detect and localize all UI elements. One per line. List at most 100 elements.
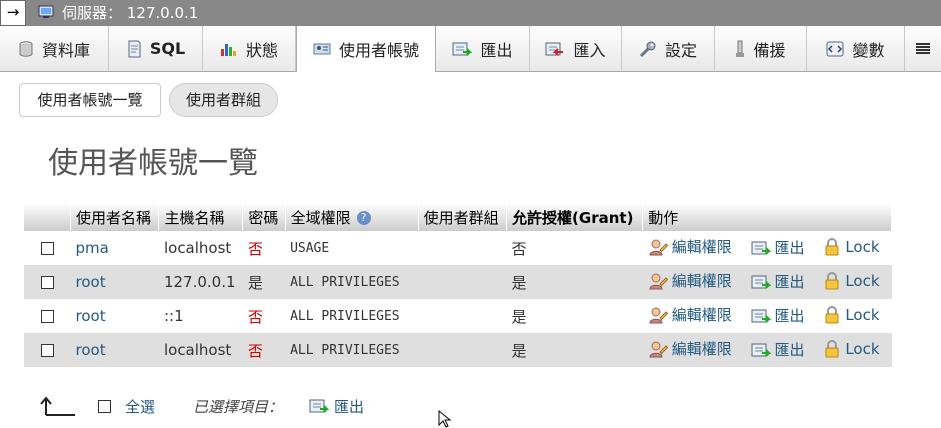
variables-icon (826, 41, 844, 56)
help-icon[interactable]: ? (356, 211, 371, 225)
lock-user-label: Lock (845, 237, 880, 256)
edit-privileges-icon (649, 273, 668, 290)
cell-user-group (418, 265, 507, 299)
import-icon (545, 42, 564, 56)
cell-password: 否 (242, 231, 286, 265)
tab-sql[interactable]: SQL (109, 26, 203, 71)
edit-privileges-icon (649, 341, 668, 358)
main-tab-bar: 資料庫 SQL 狀態 使用者帳號 匯出 匯入 設定 備援 變數 (0, 26, 941, 72)
edit-privileges-icon (649, 307, 668, 324)
cell-username: root (70, 333, 159, 367)
tab-import[interactable]: 匯入 (530, 26, 622, 71)
cell-password: 否 (242, 299, 286, 333)
export-user-label: 匯出 (774, 273, 805, 292)
tab-label: 匯入 (573, 40, 606, 60)
export-icon (309, 399, 330, 413)
tab-label: 匯出 (480, 40, 513, 60)
global-privileges-label: 全域權限 (290, 208, 351, 227)
with-selected-label: 已選擇項目： (193, 397, 284, 416)
page-title: 使用者帳號一覽 (48, 146, 258, 181)
export-user-label: 匯出 (774, 307, 805, 326)
header-checkbox-col (24, 203, 71, 231)
user-accounts-table: 使用者名稱 主機名稱 密碼 全域權限? 使用者群組 允許授權(Grant) 動作… (24, 203, 892, 367)
tab-label: 狀態 (245, 40, 278, 60)
tab-status[interactable]: 狀態 (203, 26, 296, 71)
database-icon (19, 40, 33, 57)
row-checkbox-cell (24, 265, 71, 299)
lock-user-link[interactable]: Lock (823, 340, 880, 358)
lock-user-label: Lock (845, 271, 880, 290)
row-checkbox-cell (24, 231, 71, 265)
header-grant: 允許授權(Grant) (506, 203, 644, 231)
bulk-export-label: 匯出 (334, 397, 365, 416)
lock-user-link[interactable]: Lock (823, 271, 880, 290)
check-all-label[interactable]: 全選 (125, 396, 155, 417)
row-checkbox[interactable] (40, 310, 54, 323)
tab-settings[interactable]: 設定 (622, 26, 715, 71)
status-chart-icon (220, 43, 236, 56)
wrench-icon (639, 41, 656, 57)
lock-user-link[interactable]: Lock (823, 237, 880, 256)
cell-actions: 編輯權限 匯出 Lock (642, 231, 892, 265)
export-icon (751, 275, 771, 289)
lock-user-link[interactable]: Lock (823, 305, 880, 324)
cell-grant: 否 (506, 231, 643, 265)
bulk-export-button[interactable]: 匯出 (309, 396, 364, 417)
cell-user-group (418, 231, 507, 265)
cell-grant: 是 (506, 333, 643, 367)
lock-icon (825, 271, 839, 290)
export-user-link[interactable]: 匯出 (751, 271, 805, 292)
tab-label: 使用者帳號 (338, 41, 419, 60)
tab-variables[interactable]: 變數 (807, 26, 905, 71)
export-icon (751, 343, 771, 357)
export-user-link[interactable]: 匯出 (751, 237, 805, 258)
check-all-checkbox[interactable] (98, 399, 111, 413)
bulk-actions-bar: 全選 已選擇項目： 匯出 (38, 393, 364, 419)
export-user-link[interactable]: 匯出 (751, 339, 805, 360)
row-checkbox[interactable] (40, 344, 54, 357)
subtab-user-accounts-overview[interactable]: 使用者帳號一覽 (19, 83, 161, 117)
row-checkbox[interactable] (40, 242, 54, 255)
table-header-row: 使用者名稱 主機名稱 密碼 全域權限? 使用者群組 允許授權(Grant) 動作 (24, 203, 892, 231)
edit-privileges-link[interactable]: 編輯權限 (648, 304, 732, 325)
cell-global-privileges: ALL PRIVILEGES (285, 265, 419, 299)
cell-username: root (70, 299, 159, 333)
export-icon (452, 42, 473, 56)
tab-label: SQL (149, 39, 186, 58)
cell-hostname: ::1 (158, 299, 243, 333)
tab-replication[interactable]: 備援 (715, 26, 807, 71)
row-checkbox[interactable] (40, 276, 54, 289)
tab-export[interactable]: 匯出 (436, 26, 530, 71)
export-user-label: 匯出 (774, 239, 805, 258)
sql-icon (128, 40, 141, 57)
tab-label: 變數 (852, 40, 885, 60)
subtab-user-groups[interactable]: 使用者群組 (169, 83, 278, 117)
edit-privileges-label: 編輯權限 (671, 306, 732, 325)
replication-icon (736, 40, 745, 57)
cell-actions: 編輯權限 匯出 Lock (642, 299, 892, 333)
cell-user-group (418, 333, 507, 367)
tab-databases[interactable]: 資料庫 (0, 26, 109, 71)
tab-more-menu[interactable] (905, 26, 941, 71)
edit-privileges-label: 編輯權限 (671, 238, 732, 257)
lock-icon (825, 305, 839, 324)
mouse-cursor-icon (438, 410, 452, 428)
cell-hostname: localhost (158, 231, 243, 265)
header-username: 使用者名稱 (70, 203, 160, 231)
export-user-label: 匯出 (774, 341, 805, 360)
tab-user-accounts[interactable]: 使用者帳號 (296, 26, 436, 72)
collapse-arrow-button[interactable]: → (0, 0, 26, 26)
edit-privileges-link[interactable]: 編輯權限 (648, 270, 732, 291)
edit-privileges-label: 編輯權限 (671, 340, 732, 359)
cell-hostname: localhost (158, 333, 243, 367)
edit-privileges-link[interactable]: 編輯權限 (648, 338, 732, 359)
export-user-link[interactable]: 匯出 (751, 305, 805, 326)
cell-grant: 是 (506, 265, 643, 299)
header-action: 動作 (642, 203, 892, 231)
tab-label: 設定 (664, 40, 697, 60)
edit-privileges-link[interactable]: 編輯權限 (648, 236, 732, 257)
edit-privileges-label: 編輯權限 (671, 272, 732, 291)
server-breadcrumb-bar: → 伺服器： 127.0.0.1 (0, 0, 941, 26)
cell-global-privileges: ALL PRIVILEGES (285, 333, 419, 367)
arrow-up-left-icon (40, 396, 75, 416)
